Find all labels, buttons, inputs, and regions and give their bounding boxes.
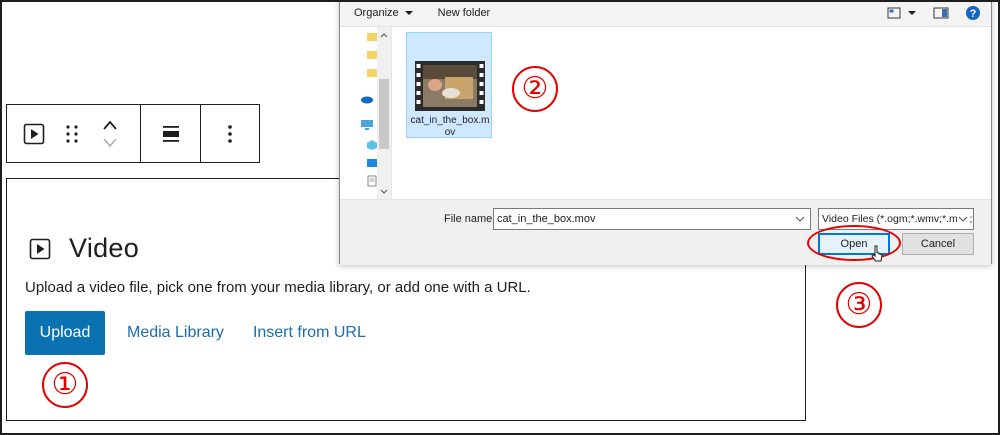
toolbar-group-options <box>201 105 259 162</box>
chevron-up-icon[interactable] <box>101 118 119 132</box>
step-3-annotation: ③ <box>836 282 882 328</box>
organize-label: Organize <box>354 6 399 19</box>
chevron-down-icon[interactable] <box>101 136 119 150</box>
step-2-annotation: ② <box>512 66 558 112</box>
navigation-pane[interactable] <box>340 27 392 199</box>
dialog-toolbar-right: ? <box>887 5 981 21</box>
file-name-value: cat_in_the_box.mov <box>497 213 596 225</box>
media-library-button[interactable]: Media Library <box>127 324 224 342</box>
chevron-down-icon[interactable] <box>957 212 969 226</box>
upload-button[interactable]: Upload <box>25 311 105 355</box>
toolbar-group-block <box>7 105 141 162</box>
toolbar-group-align <box>141 105 201 162</box>
video-thumbnail <box>415 61 485 111</box>
more-vertical-icon <box>228 124 232 143</box>
file-open-dialog: Organize New folder ? cat_in_the_box.mov… <box>339 0 992 265</box>
video-play-icon <box>29 238 51 259</box>
help-icon[interactable]: ? <box>965 5 981 21</box>
caret-down-icon[interactable] <box>907 9 917 17</box>
dialog-toolbar: Organize New folder ? <box>340 0 991 27</box>
file-item[interactable]: cat_in_the_box.mov <box>406 32 492 138</box>
dialog-footer: File name: cat_in_the_box.mov Video File… <box>340 199 991 265</box>
video-block-instructions: Upload a video file, pick one from your … <box>25 279 531 296</box>
mouse-cursor-icon <box>871 245 883 262</box>
new-folder-button[interactable]: New folder <box>438 7 491 19</box>
organize-menu[interactable]: Organize <box>354 7 414 19</box>
preview-pane-icon[interactable] <box>933 6 949 20</box>
drag-handle-button[interactable] <box>53 105 91 162</box>
align-wide-icon <box>162 125 179 142</box>
file-item-name: cat_in_the_box.mov <box>410 115 490 138</box>
scroll-down-icon[interactable] <box>377 187 391 197</box>
file-name-input[interactable]: cat_in_the_box.mov <box>493 208 811 230</box>
file-name-label: File name: <box>444 213 496 225</box>
insert-from-url-button[interactable]: Insert from URL <box>253 324 366 342</box>
block-type-button[interactable] <box>15 105 53 162</box>
scroll-up-icon[interactable] <box>377 30 391 40</box>
move-buttons <box>91 105 129 162</box>
open-button-highlight <box>807 225 901 261</box>
drag-handle-icon <box>66 124 78 143</box>
svg-text:?: ? <box>970 8 977 20</box>
nav-scrollbar[interactable] <box>377 27 391 199</box>
onedrive-icon <box>361 96 373 104</box>
step-1-annotation: ① <box>42 362 88 408</box>
video-block-actions: Upload Media Library Insert from URL <box>25 311 374 355</box>
file-list-pane: cat_in_the_box.mov <box>393 27 991 199</box>
block-toolbar <box>6 104 260 163</box>
new-folder-label: New folder <box>437 6 491 19</box>
this-pc-icon <box>361 120 373 130</box>
nav-scrollbar-thumb[interactable] <box>379 79 389 149</box>
options-button[interactable] <box>211 105 249 162</box>
view-options-icon[interactable] <box>887 6 903 20</box>
video-play-icon <box>23 123 45 144</box>
align-button[interactable] <box>152 105 190 162</box>
chevron-down-icon[interactable] <box>794 212 806 226</box>
video-block-header: Video <box>29 233 139 264</box>
file-type-value: Video Files (*.ogm;*.wmv;*.mpg;*.webm;*.… <box>822 213 973 225</box>
cancel-button[interactable]: Cancel <box>902 233 974 255</box>
caret-down-icon <box>404 10 413 15</box>
video-block-title: Video <box>69 233 140 263</box>
